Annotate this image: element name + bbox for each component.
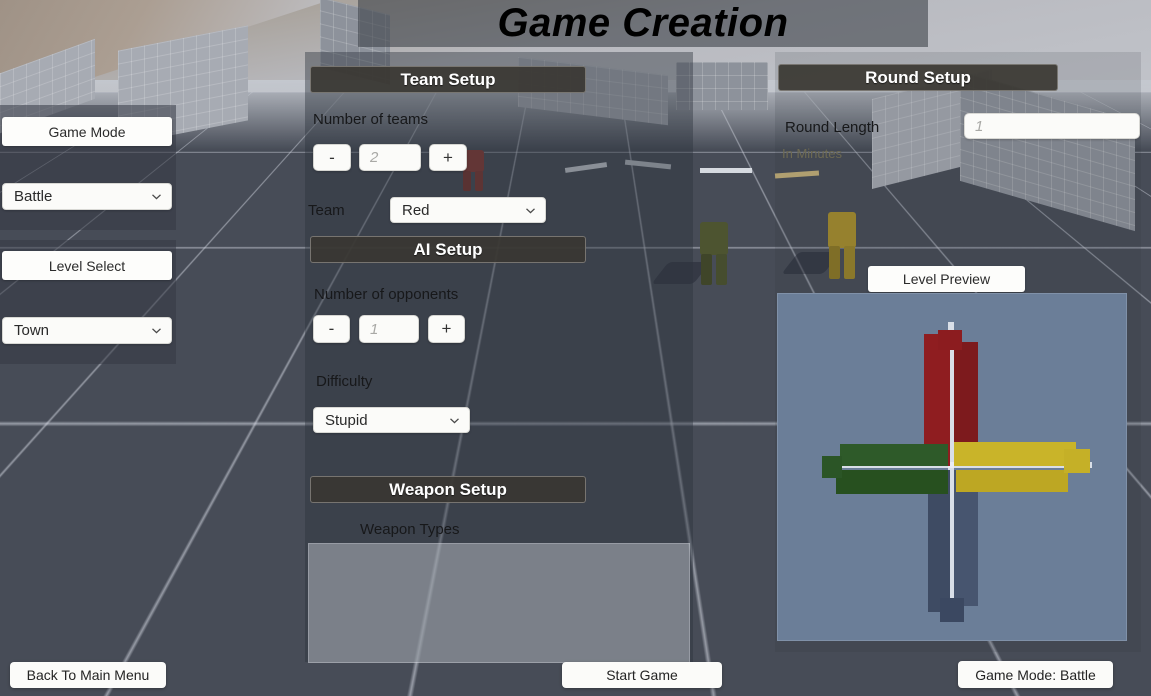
round-length-sublabel: In Minutes — [782, 146, 842, 161]
difficulty-dropdown[interactable]: Stupid — [313, 407, 470, 433]
level-preview-label: Level Preview — [868, 266, 1025, 292]
ai-setup-header: AI Setup — [310, 236, 586, 263]
teams-decrement-button[interactable]: - — [313, 144, 351, 171]
level-preview-viewport[interactable] — [777, 293, 1127, 641]
round-length-label: Round Length — [785, 119, 880, 136]
opponents-decrement-button[interactable]: - — [313, 315, 350, 343]
opponents-count-input[interactable]: 1 — [359, 315, 419, 343]
team-value: Red — [402, 201, 430, 219]
level-select-dropdown[interactable]: Town — [2, 317, 172, 344]
game-mode-badge[interactable]: Game Mode: Battle — [958, 661, 1113, 688]
teams-increment-button[interactable]: + — [429, 144, 467, 171]
teams-count-input[interactable]: 2 — [359, 144, 421, 171]
difficulty-value: Stupid — [325, 411, 368, 429]
opponents-increment-button[interactable]: + — [428, 315, 465, 343]
weapon-types-label: Weapon Types — [360, 521, 460, 538]
level-select-value: Town — [14, 322, 50, 339]
west-building-green — [836, 470, 948, 494]
game-mode-dropdown[interactable]: Battle — [2, 183, 172, 210]
number-of-teams-label: Number of teams — [313, 111, 429, 128]
difficulty-label: Difficulty — [316, 373, 373, 390]
back-to-main-menu-button[interactable]: Back To Main Menu — [10, 662, 166, 688]
team-setup-header: Team Setup — [310, 66, 586, 93]
sidebar-label-level-select: Level Select — [2, 251, 172, 280]
round-length-input[interactable]: 1 — [964, 113, 1140, 139]
east-building-yellow — [1064, 449, 1090, 473]
south-building-blue — [940, 598, 964, 622]
chevron-down-icon — [150, 190, 163, 203]
sidebar-label-game-mode: Game Mode — [2, 117, 172, 146]
title-bar: Game Creation — [358, 0, 928, 47]
team-dropdown[interactable]: Red — [390, 197, 546, 223]
west-building-green — [840, 444, 948, 466]
number-of-opponents-label: Number of opponents — [314, 286, 459, 303]
east-building-yellow — [954, 442, 1076, 466]
north-building-red — [938, 330, 962, 350]
start-game-button[interactable]: Start Game — [562, 662, 722, 688]
chevron-down-icon — [448, 414, 461, 427]
east-building-yellow — [956, 470, 1068, 492]
weapon-types-list[interactable] — [308, 543, 690, 663]
game-mode-value: Battle — [14, 188, 53, 205]
team-label: Team — [308, 202, 345, 219]
round-setup-header: Round Setup — [778, 64, 1058, 91]
weapon-setup-header: Weapon Setup — [310, 476, 586, 503]
page-title: Game Creation — [497, 1, 789, 45]
west-building-green — [822, 456, 842, 478]
chevron-down-icon — [150, 324, 163, 337]
chevron-down-icon — [524, 204, 537, 217]
